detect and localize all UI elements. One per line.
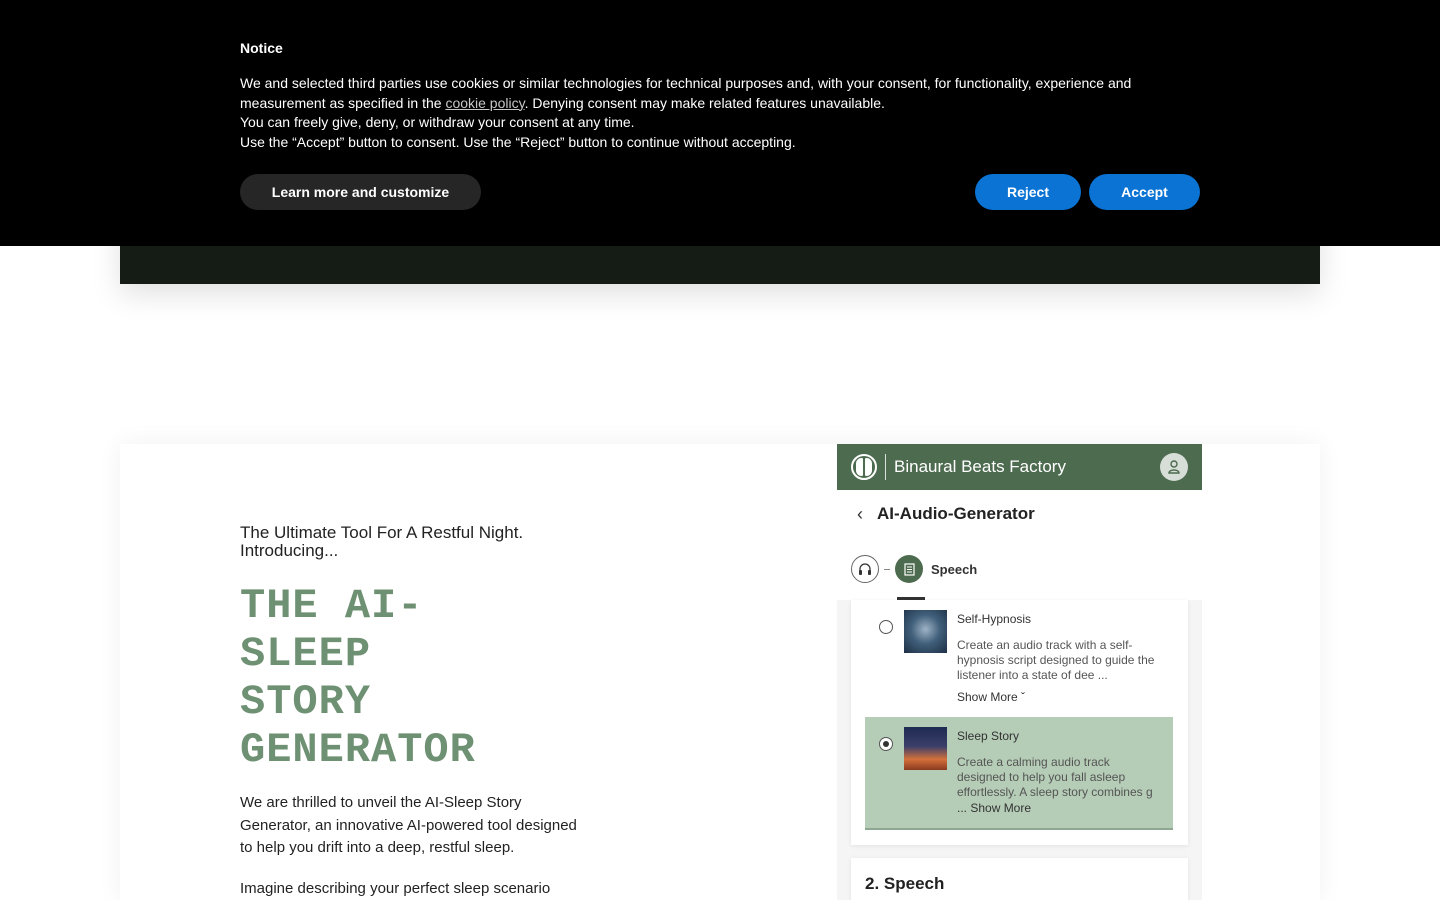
option-list-card: Self-Hypnosis Create an audio track with… [851, 600, 1188, 845]
option-description: Create an audio track with a self-hypnos… [957, 638, 1155, 682]
accept-button[interactable]: Accept [1089, 174, 1200, 210]
option-sleep-story: Sleep Story Create a calming audio track… [865, 717, 1173, 830]
option-description: Create a calming audio track designed to… [957, 755, 1153, 799]
option-radio [879, 620, 893, 634]
option-show-more: ... Show More [957, 801, 1032, 815]
hero-title-line: STORY [240, 678, 372, 726]
hero-title: THE AI- SLEEP STORY GENERATOR [240, 582, 590, 774]
option-thumbnail [904, 727, 947, 770]
option-self-hypnosis: Self-Hypnosis Create an audio track with… [865, 600, 1173, 713]
cookie-banner-text: We and selected third parties use cookie… [240, 74, 1200, 152]
brain-logo-icon [851, 454, 877, 480]
option-show-more: Show More ˇ [957, 690, 1026, 704]
tagline-line-2: Introducing... [240, 541, 339, 560]
option-thumbnail [904, 610, 947, 653]
headphones-icon [851, 555, 879, 583]
step-separator [884, 568, 890, 570]
cookie-text-part: . Denying consent may make related featu… [524, 94, 885, 111]
app-brand-name: Binaural Beats Factory [894, 457, 1066, 476]
cookie-banner: Notice We and selected third parties use… [0, 0, 1440, 246]
app-top-bar: Binaural Beats Factory [837, 444, 1202, 490]
cookie-policy-link[interactable]: cookie policy [445, 95, 524, 111]
cookie-text-line: You can freely give, deny, or withdraw y… [240, 114, 635, 130]
user-icon-glyph [1168, 460, 1180, 474]
option-title: Sleep Story [957, 729, 1020, 743]
step-label-speech: Speech [931, 561, 978, 577]
user-icon [1160, 453, 1188, 481]
cookie-button-row: Learn more and customize Reject Accept [240, 174, 1200, 210]
hero-section: The Ultimate Tool For A Restful Night. I… [120, 444, 1320, 900]
hero-title-line: GENERATOR [240, 726, 476, 774]
app-sub-header: ‹ AI-Audio-Generator [837, 490, 1202, 538]
cookie-text-line: Use the “Accept” button to consent. Use … [240, 133, 796, 150]
option-radio-selected [879, 737, 893, 751]
tagline-line-1: The Ultimate Tool For A Restful Night. [240, 523, 524, 542]
document-icon-glyph [903, 562, 915, 576]
hero-text-column: The Ultimate Tool For A Restful Night. I… [240, 524, 590, 900]
app-screenshot: Binaural Beats Factory ‹ AI-Audio-Genera… [837, 444, 1202, 900]
hero-tagline: The Ultimate Tool For A Restful Night. I… [240, 524, 590, 560]
hero-second-paragraph: Imagine describing your perfect sleep sc… [240, 879, 551, 897]
headphones-icon-glyph [859, 562, 871, 575]
document-icon [895, 555, 923, 583]
hero-title-line: SLEEP [240, 630, 372, 678]
app-step-indicator: Speech [837, 538, 1202, 600]
hero-intro-paragraph: We are thrilled to unveil the AI-Sleep S… [240, 794, 577, 856]
cookie-banner-content: Notice We and selected third parties use… [240, 40, 1200, 152]
cookie-banner-title: Notice [240, 40, 283, 56]
hero-title-line: THE AI- [240, 582, 424, 630]
speech-section-header: 2. Speech [851, 858, 1188, 900]
logo-divider [885, 454, 886, 480]
reject-button[interactable]: Reject [975, 174, 1081, 210]
learn-more-customize-button[interactable]: Learn more and customize [240, 174, 481, 210]
option-title: Self-Hypnosis [957, 612, 1032, 626]
app-page-title: AI-Audio-Generator [877, 504, 1035, 523]
back-arrow-icon: ‹ [857, 503, 863, 524]
hero-image-column: Binaural Beats Factory ‹ AI-Audio-Genera… [720, 444, 1320, 900]
